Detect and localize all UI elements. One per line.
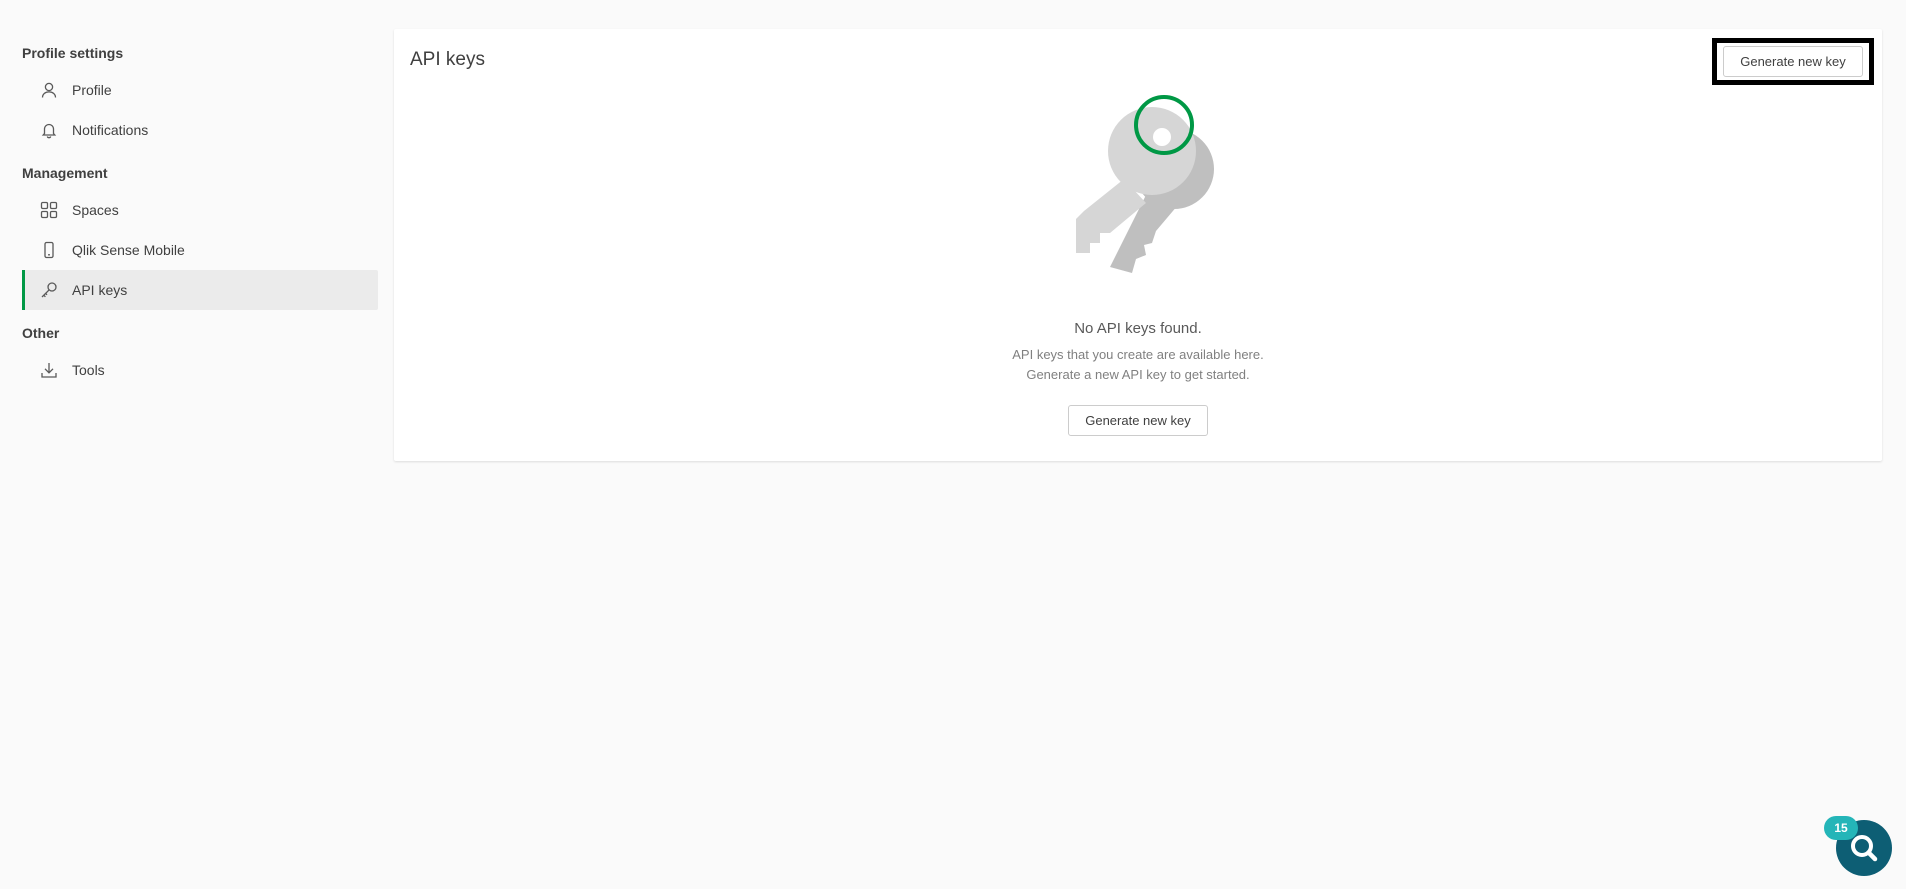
settings-sidebar: Profile settings Profile Notifications M… bbox=[0, 0, 394, 889]
keys-illustration bbox=[1052, 91, 1232, 291]
sidebar-item-label: API keys bbox=[72, 282, 128, 298]
sidebar-item-label: Profile bbox=[72, 82, 112, 98]
empty-state-actions: Generate new key bbox=[394, 405, 1882, 436]
empty-state-description-line-1: API keys that you create are available h… bbox=[1012, 347, 1264, 362]
sidebar-item-notifications[interactable]: Notifications bbox=[22, 110, 378, 150]
empty-state-title: No API keys found. bbox=[1074, 320, 1202, 337]
section-heading-profile-settings: Profile settings bbox=[22, 45, 124, 61]
sidebar-item-qlik-sense-mobile[interactable]: Qlik Sense Mobile bbox=[22, 230, 378, 270]
sidebar-item-tools[interactable]: Tools bbox=[22, 350, 378, 390]
api-keys-card: API keys Generate new key No API keys fo… bbox=[394, 29, 1882, 461]
bell-icon bbox=[40, 121, 58, 139]
sidebar-item-label: Notifications bbox=[72, 122, 149, 138]
sidebar-item-profile[interactable]: Profile bbox=[22, 70, 378, 110]
page-title: API keys bbox=[410, 49, 485, 70]
section-heading-other: Other bbox=[22, 325, 60, 341]
section-heading-management: Management bbox=[22, 165, 108, 181]
header-button-highlight: Generate new key bbox=[1712, 38, 1874, 85]
sidebar-item-label: Spaces bbox=[72, 202, 119, 218]
sidebar-item-api-keys[interactable]: API keys bbox=[22, 270, 378, 310]
generate-new-key-button[interactable]: Generate new key bbox=[1723, 46, 1863, 77]
sidebar-item-label: Qlik Sense Mobile bbox=[72, 242, 185, 258]
notification-count-badge: 15 bbox=[1824, 816, 1858, 840]
keys-icon bbox=[1076, 95, 1214, 273]
user-icon bbox=[40, 81, 58, 99]
empty-state-description-line-2: Generate a new API key to get started. bbox=[1026, 367, 1250, 382]
empty-state-generate-new-key-button[interactable]: Generate new key bbox=[1068, 405, 1208, 436]
sidebar-item-spaces[interactable]: Spaces bbox=[22, 190, 378, 230]
grid-icon bbox=[40, 201, 58, 219]
sidebar-item-label: Tools bbox=[72, 362, 105, 378]
key-icon bbox=[40, 281, 58, 299]
download-icon bbox=[40, 361, 58, 379]
mobile-icon bbox=[40, 241, 58, 259]
